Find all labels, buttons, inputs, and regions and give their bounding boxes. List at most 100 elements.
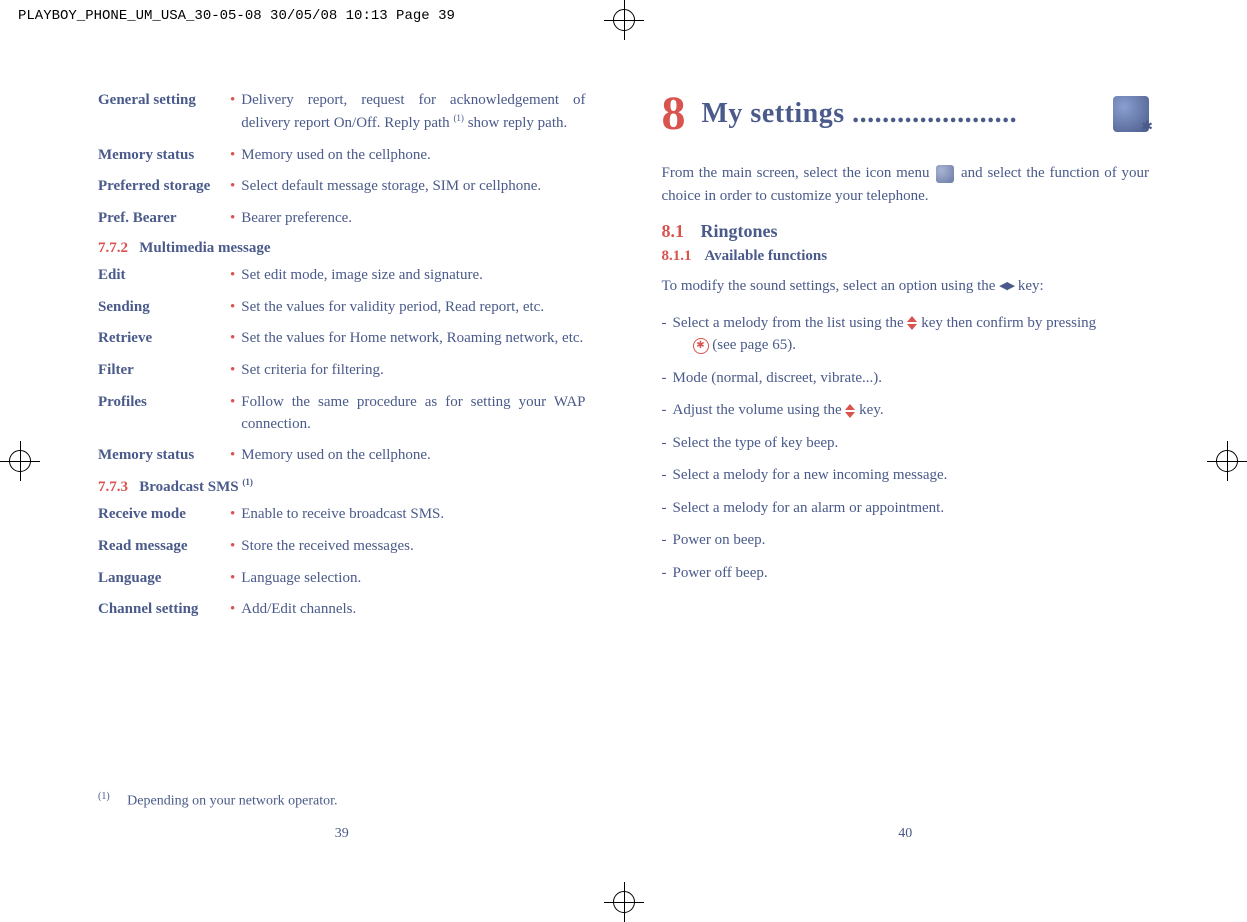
list-item-alarm: - Select a melody for an alarm or appoin…	[662, 497, 1150, 520]
page-number-right: 40	[898, 826, 912, 842]
dash: -	[662, 312, 667, 357]
text: Memory used on the cellphone.	[241, 445, 585, 467]
bullet: •	[230, 568, 235, 590]
label: Memory status	[98, 145, 230, 167]
text: Set criteria for filtering.	[241, 360, 585, 382]
row-memory-status: Memory status • Memory used on the cellp…	[98, 145, 586, 167]
label: Retrieve	[98, 328, 230, 350]
row-channel-setting: Channel setting • Add/Edit channels.	[98, 599, 586, 621]
dash: -	[662, 432, 667, 455]
sub-sub-title: Available functions	[704, 248, 827, 264]
section-multimedia: 7.7.2 Multimedia message	[98, 240, 586, 257]
arrow-left-right-icon: ◀▶	[999, 278, 1014, 295]
list-item-poweron: - Power on beep.	[662, 529, 1150, 552]
ok-button-icon: ✱	[693, 338, 709, 354]
text: Select a melody from the list using the …	[673, 312, 1150, 357]
modify-before: To modify the sound settings, select an …	[662, 278, 1000, 294]
crop-mark-top	[604, 0, 644, 40]
page-right: 8 My settings ...................... Fro…	[624, 90, 1188, 862]
text: Set the values for Home network, Roaming…	[241, 328, 585, 350]
row-sending: Sending • Set the values for validity pe…	[98, 297, 586, 319]
section-title: Multimedia message	[139, 240, 270, 256]
row-filter: Filter • Set criteria for filtering.	[98, 360, 586, 382]
row-language: Language • Language selection.	[98, 568, 586, 590]
text: Select the type of key beep.	[673, 432, 1150, 455]
modify-text: To modify the sound settings, select an …	[662, 275, 1150, 298]
label: Language	[98, 568, 230, 590]
intro-paragraph: From the main screen, select the icon me…	[662, 162, 1150, 207]
dash: -	[662, 497, 667, 520]
label: Memory status	[98, 445, 230, 467]
bullet: •	[230, 599, 235, 621]
text: Memory used on the cellphone.	[241, 145, 585, 167]
text: Power off beep.	[673, 562, 1150, 585]
dash: -	[662, 562, 667, 585]
text: Store the received messages.	[241, 536, 585, 558]
section-available-functions: 8.1.1 Available functions	[662, 248, 1150, 265]
label: Channel setting	[98, 599, 230, 621]
page-left: General setting • Delivery report, reque…	[60, 90, 624, 862]
label: Profiles	[98, 392, 230, 436]
list-item-volume: - Adjust the volume using the key.	[662, 399, 1150, 422]
footnote-text: Depending on your network operator.	[127, 794, 337, 809]
crop-mark-right	[1207, 441, 1247, 481]
bullet: •	[230, 360, 235, 382]
dash: -	[662, 464, 667, 487]
bullet: •	[230, 208, 235, 230]
label: Edit	[98, 265, 230, 287]
section-num: 7.7.3	[98, 479, 128, 495]
bullet: •	[230, 504, 235, 526]
sub-sub-num: 8.1.1	[662, 248, 692, 264]
bullet: •	[230, 90, 235, 135]
settings-icon	[1113, 96, 1149, 132]
label: Sending	[98, 297, 230, 319]
page-number-left: 39	[335, 826, 349, 842]
text: Set the values for validity period, Read…	[241, 297, 585, 319]
section-title: Broadcast SMS (1)	[139, 479, 253, 495]
sub-num: 8.1	[662, 221, 685, 241]
section-ringtones: 8.1 Ringtones	[662, 221, 1150, 242]
list-item-mode: - Mode (normal, discreet, vibrate...).	[662, 367, 1150, 390]
print-header: PLAYBOY_PHONE_UM_USA_30-05-08 30/05/08 1…	[18, 8, 455, 24]
row-memory-status-2: Memory status • Memory used on the cellp…	[98, 445, 586, 467]
bullet: •	[230, 145, 235, 167]
chapter-title: My settings ......................	[702, 98, 1114, 130]
list-item-keybeep: - Select the type of key beep.	[662, 432, 1150, 455]
chapter-header: 8 My settings ......................	[662, 90, 1150, 138]
footnote-marker: (1)	[98, 791, 110, 802]
text: Adjust the volume using the key.	[673, 399, 1150, 422]
list-item-melody: - Select a melody from the list using th…	[662, 312, 1150, 357]
row-preferred-storage: Preferred storage • Select default messa…	[98, 176, 586, 198]
text: Language selection.	[241, 568, 585, 590]
text: Bearer preference.	[241, 208, 585, 230]
row-receive-mode: Receive mode • Enable to receive broadca…	[98, 504, 586, 526]
chapter-number: 8	[662, 90, 686, 138]
footnote: (1) Depending on your network operator.	[98, 791, 338, 810]
row-edit: Edit • Set edit mode, image size and sig…	[98, 265, 586, 287]
bullet: •	[230, 297, 235, 319]
crop-mark-bottom	[604, 882, 644, 922]
text: Select a melody for a new incoming messa…	[673, 464, 1150, 487]
text: Power on beep.	[673, 529, 1150, 552]
dash: -	[662, 529, 667, 552]
text: Select a melody for an alarm or appointm…	[673, 497, 1150, 520]
bullet: •	[230, 328, 235, 350]
text: Delivery report, request for acknowledge…	[241, 90, 585, 135]
intro-before: From the main screen, select the icon me…	[662, 165, 935, 181]
list-item-incoming: - Select a melody for a new incoming mes…	[662, 464, 1150, 487]
row-general-setting: General setting • Delivery report, reque…	[98, 90, 586, 135]
dash: -	[662, 367, 667, 390]
modify-after: key:	[1018, 278, 1044, 294]
label: Filter	[98, 360, 230, 382]
label: General setting	[98, 90, 230, 135]
arrow-up-down-icon	[907, 316, 917, 330]
text: Follow the same procedure as for setting…	[241, 392, 585, 436]
bullet: •	[230, 536, 235, 558]
section-broadcast: 7.7.3 Broadcast SMS (1)	[98, 477, 586, 496]
text: Set edit mode, image size and signature.	[241, 265, 585, 287]
text: Select default message storage, SIM or c…	[241, 176, 585, 198]
label: Preferred storage	[98, 176, 230, 198]
label: Receive mode	[98, 504, 230, 526]
row-pref-bearer: Pref. Bearer • Bearer preference.	[98, 208, 586, 230]
dash: -	[662, 399, 667, 422]
